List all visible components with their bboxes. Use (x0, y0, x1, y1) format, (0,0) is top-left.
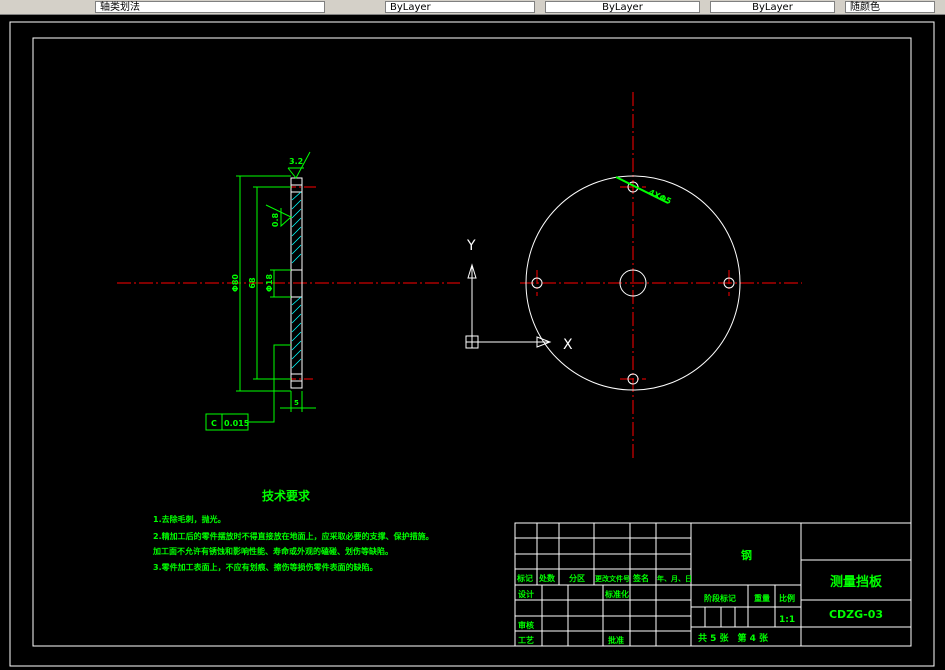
pitch-diameter-dimension: 68 (248, 277, 257, 289)
tech-line: 加工面不允许有锈蚀和影响性能、寿命或外观的磕碰、划伤等缺陷。 (152, 546, 393, 556)
tb-standardization: 标准化 (604, 589, 629, 599)
tb-header: 年、月、日 (657, 574, 692, 583)
tech-line: 3.零件加工表面上，不应有划痕、擦伤等损伤零件表面的缺陷。 (153, 562, 378, 572)
tb-material: 钢 (741, 548, 752, 562)
tb-header: 更改文件号 (595, 574, 630, 583)
tolerance-symbol: C (211, 419, 217, 428)
tech-title: 技术要求 (262, 488, 311, 503)
tolerance-value: 0.015 (224, 419, 250, 428)
tb-header: 标记 (516, 573, 533, 583)
tb-sheets: 共 5 张 第 4 张 (698, 632, 769, 644)
tb-process: 工艺 (518, 635, 534, 645)
lineweight-dropdown[interactable]: ByLayer (710, 1, 835, 13)
tb-header: 处数 (538, 573, 556, 583)
center-hole-dimension: Φ18 (265, 274, 274, 292)
layer-dropdown[interactable]: 轴类划法 (95, 1, 325, 13)
plotstyle-dropdown[interactable]: 随颜色 (845, 1, 935, 13)
lineweight-value: ByLayer (752, 2, 793, 13)
tb-stage-mark: 阶段标记 (704, 593, 736, 603)
plotstyle-value: 随颜色 (850, 2, 880, 13)
tb-review: 审核 (518, 620, 534, 630)
roughness-top-label: 3.2 (289, 157, 303, 166)
ucs-x-label: X (563, 337, 573, 353)
roughness-face-label: 0.8 (271, 212, 280, 227)
layer-name: 轴类划法 (100, 2, 140, 13)
tb-weight: 重量 (754, 593, 770, 603)
drawing-canvas[interactable]: 5 Φ80 68 Φ18 3.2 0.8 C 0.015 Y X 4XΦ5 技术… (0, 10, 945, 670)
tb-approve: 批准 (608, 635, 624, 645)
linetype-dropdown[interactable]: ByLayer (545, 1, 700, 13)
linetype-value: ByLayer (602, 2, 643, 13)
tb-scale-label: 比例 (779, 593, 795, 603)
tb-header: 分区 (569, 573, 585, 583)
outer-diameter-dimension: Φ80 (231, 274, 240, 292)
tb-drawing-no: CDZG-03 (829, 608, 883, 621)
color-value: ByLayer (390, 2, 431, 13)
tb-design: 设计 (518, 589, 534, 599)
ucs-y-label: Y (466, 238, 476, 254)
thickness-dimension: 5 (294, 399, 299, 407)
tb-header: 签名 (632, 573, 649, 583)
tech-line: 2.精加工后的零件摆放时不得直接放在地面上，应采取必要的支撑、保护措施。 (153, 531, 434, 541)
properties-toolbar: 轴类划法 ByLayer ByLayer ByLayer 随颜色 (0, 0, 945, 15)
color-dropdown[interactable]: ByLayer (385, 1, 535, 13)
tb-part-name: 测量挡板 (830, 574, 883, 590)
tb-scale: 1:1 (779, 615, 795, 625)
tech-line: 1.去除毛刺，抛光。 (153, 514, 226, 524)
